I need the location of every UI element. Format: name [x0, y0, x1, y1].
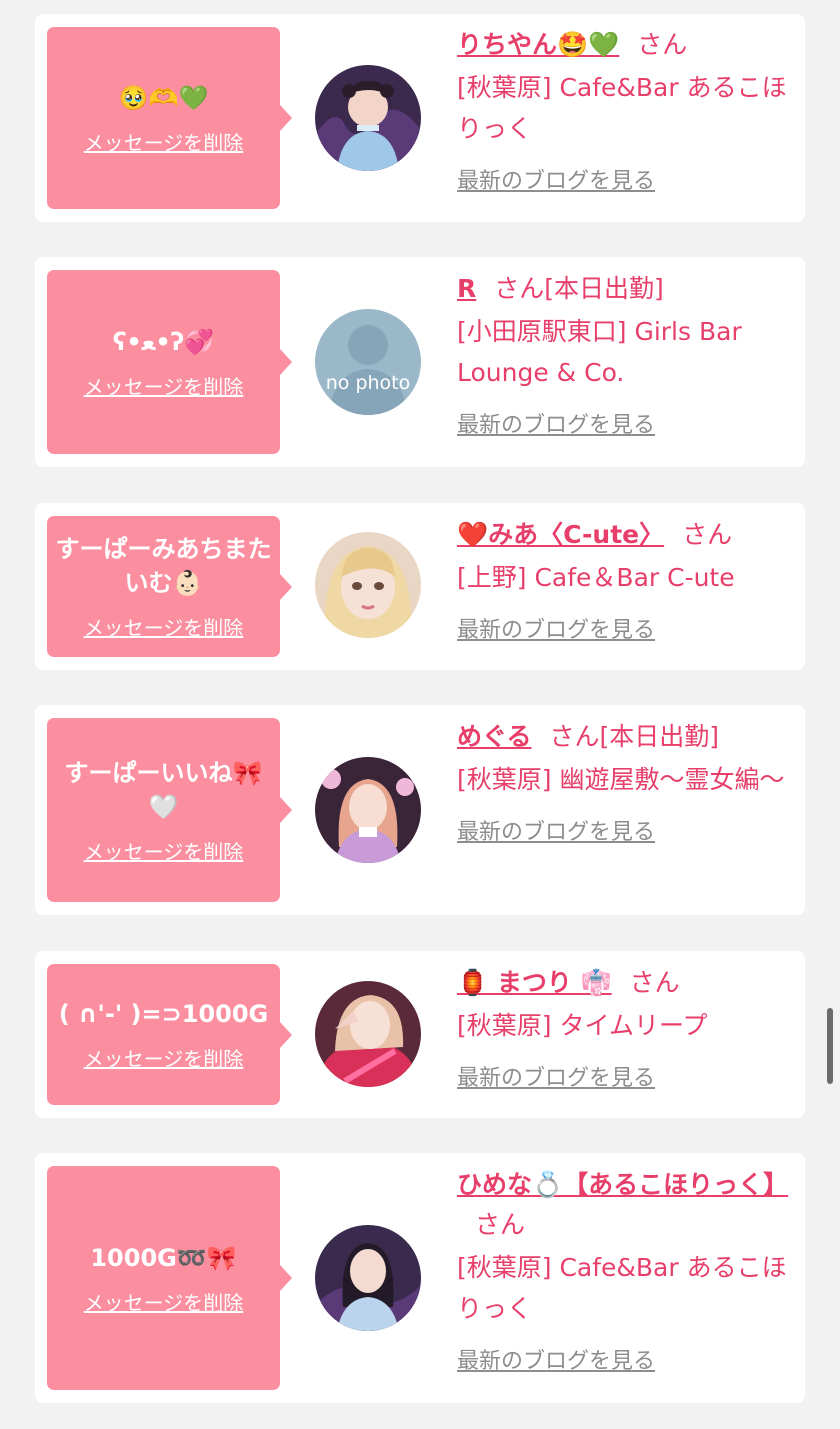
delete-message-link[interactable]: メッセージを削除	[84, 371, 244, 400]
cast-name-line: R さん[本日出勤]	[457, 269, 792, 309]
no-photo-text: no photo	[326, 372, 411, 394]
message-bubble: すーぱーみあちまたいむ👶🏻 メッセージを削除	[47, 516, 292, 657]
message-text: すーぱーみあちまたいむ👶🏻	[55, 535, 272, 597]
latest-blog-link[interactable]: 最新のブログを見る	[457, 814, 655, 846]
avatar[interactable]	[315, 757, 421, 863]
avatar[interactable]	[315, 981, 421, 1087]
cast-info: ひめな💍【あるこほりっく】さん [秋葉原] Cafe&Bar あるこほりっく 最…	[457, 1165, 792, 1375]
latest-blog-link[interactable]: 最新のブログを見る	[457, 407, 655, 439]
message-text: ʕ•ﻌ•ʔ💞	[112, 327, 215, 356]
honorific: さん	[682, 520, 733, 549]
message-card: 🥹🫶💚 メッセージを削除 りちやん🤩💚 さん [秋葉原] Cafe&Bar あるこ…	[35, 14, 805, 222]
latest-blog-link[interactable]: 最新のブログを見る	[457, 612, 655, 644]
cast-name-line: めぐる さん[本日出勤]	[457, 717, 792, 757]
girl-portrait-icon	[315, 65, 421, 171]
cast-name-link[interactable]: めぐる	[457, 722, 532, 751]
avatar[interactable]	[315, 1225, 421, 1331]
cast-info: ❤️みあ〈C-ute〉 さん [上野] Cafe＆Bar C-ute 最新のブログ…	[457, 515, 792, 644]
avatar[interactable]	[315, 532, 421, 638]
honorific: さん	[549, 722, 600, 751]
shop-name: [秋葉原] タイムリープ	[457, 1011, 708, 1040]
shop-name: [上野] Cafe＆Bar C-ute	[457, 563, 735, 592]
message-bubble: ( ∩'-' )=⊃1000G メッセージを削除	[47, 964, 292, 1105]
message-card: ʕ•ﻌ•ʔ💞 メッセージを削除 no photo R さん[本日出勤] [小田原駅…	[35, 257, 805, 467]
shop-name: [秋葉原] Cafe&Bar あるこほりっく	[457, 1253, 787, 1323]
honorific: さん	[494, 274, 545, 303]
avatar[interactable]: no photo	[315, 309, 421, 415]
message-bubble: すーぱーいいね🎀🤍 メッセージを削除	[47, 718, 292, 902]
honorific: さん	[475, 1210, 526, 1239]
message-card: すーぱーいいね🎀🤍 メッセージを削除 めぐる さん[本日出勤] [秋葉原] 幽遊屋…	[35, 705, 805, 915]
honorific: さん	[629, 968, 680, 997]
cast-info: りちやん🤩💚 さん [秋葉原] Cafe&Bar あるこほりっく 最新のブログを見…	[457, 25, 792, 195]
message-text: 🥹🫶💚	[118, 83, 209, 112]
delete-message-link[interactable]: メッセージを削除	[84, 612, 244, 641]
message-text: すーぱーいいね🎀🤍	[64, 758, 263, 821]
shop-name: [秋葉原] 幽遊屋敷〜霊女編〜	[457, 765, 785, 794]
shop-name: [秋葉原] Cafe&Bar あるこほりっく	[457, 73, 787, 143]
cast-name-line: 🏮 まつり 👘 さん	[457, 963, 792, 1003]
latest-blog-link[interactable]: 最新のブログを見る	[457, 1343, 655, 1375]
delete-message-link[interactable]: メッセージを削除	[84, 127, 244, 156]
cast-name-link[interactable]: りちやん🤩💚	[457, 30, 619, 59]
pink-hair-girl-portrait-icon	[315, 757, 421, 863]
cast-name-line: ❤️みあ〈C-ute〉 さん	[457, 515, 792, 555]
red-outfit-girl-portrait-icon	[315, 981, 421, 1087]
honorific: さん	[637, 30, 688, 59]
latest-blog-link[interactable]: 最新のブログを見る	[457, 1060, 655, 1092]
attendance-status: [本日出勤]	[544, 274, 664, 303]
message-text: 1000G➿🎀	[90, 1243, 237, 1272]
shop-name: [小田原駅東口] Girls Bar Lounge & Co.	[457, 317, 742, 387]
no-photo-placeholder-icon: no photo	[315, 309, 421, 415]
scrollbar[interactable]	[827, 1008, 833, 1084]
blonde-girl-portrait-icon	[315, 532, 421, 638]
cast-info: R さん[本日出勤] [小田原駅東口] Girls Bar Lounge & Co…	[457, 269, 792, 439]
cast-name-line: りちやん🤩💚 さん	[457, 25, 792, 65]
attendance-status: [本日出勤]	[599, 722, 720, 751]
message-card: 1000G➿🎀 メッセージを削除 ひめな💍【あるこほりっく】さん [秋葉原] C…	[35, 1153, 805, 1403]
latest-blog-link[interactable]: 最新のブログを見る	[457, 163, 655, 195]
delete-message-link[interactable]: メッセージを削除	[84, 836, 244, 865]
cast-name-link[interactable]: R	[457, 274, 476, 303]
delete-message-link[interactable]: メッセージを削除	[84, 1287, 244, 1316]
message-card: すーぱーみあちまたいむ👶🏻 メッセージを削除 ❤️みあ〈C-ute〉 さん [上野…	[35, 503, 805, 670]
cast-name-line: ひめな💍【あるこほりっく】さん	[457, 1165, 792, 1245]
cast-name-link[interactable]: ❤️みあ〈C-ute〉	[457, 520, 664, 549]
dark-hair-girl-portrait-icon	[315, 1225, 421, 1331]
delete-message-link[interactable]: メッセージを削除	[84, 1043, 244, 1072]
message-bubble: 🥹🫶💚 メッセージを削除	[47, 27, 292, 209]
message-card: ( ∩'-' )=⊃1000G メッセージを削除 🏮 まつり 👘 さん [秋葉原]…	[35, 951, 805, 1118]
cast-info: 🏮 まつり 👘 さん [秋葉原] タイムリープ 最新のブログを見る	[457, 963, 792, 1092]
message-bubble: 1000G➿🎀 メッセージを削除	[47, 1166, 292, 1390]
cast-name-link[interactable]: 🏮 まつり 👘	[457, 968, 612, 997]
cast-info: めぐる さん[本日出勤] [秋葉原] 幽遊屋敷〜霊女編〜 最新のブログを見る	[457, 717, 792, 846]
message-bubble: ʕ•ﻌ•ʔ💞 メッセージを削除	[47, 270, 292, 454]
message-text: ( ∩'-' )=⊃1000G	[58, 1000, 269, 1028]
cast-name-link[interactable]: ひめな💍【あるこほりっく】	[457, 1170, 788, 1199]
avatar[interactable]	[315, 65, 421, 171]
